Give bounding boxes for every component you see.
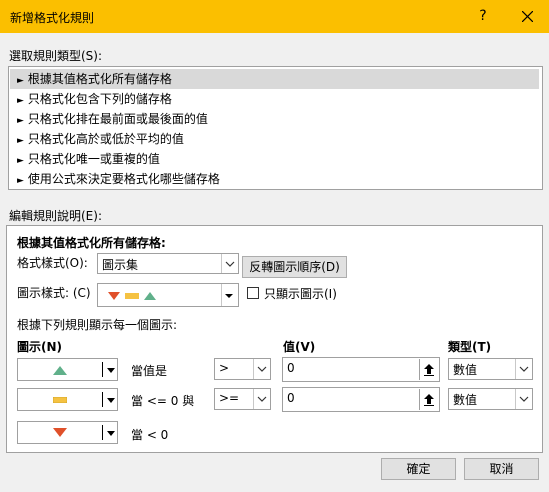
icon-select-row-2[interactable] [17, 388, 118, 411]
format-style-label: 格式樣式(O): [17, 256, 88, 270]
column-header-value: 值(V) [283, 340, 316, 354]
icon-rules-label: 根據下列規則顯示每一個圖示: [17, 318, 178, 332]
title-bar: 新增格式化規則 ? [0, 0, 549, 33]
icon-style-select[interactable] [97, 283, 239, 307]
chevron-down-icon [253, 389, 270, 409]
value-input-row-1[interactable]: 0 [282, 357, 440, 382]
chevron-down-icon [515, 359, 532, 379]
condition-label-row-3: 當 < 0 [131, 428, 169, 442]
rule-type-item[interactable]: ► 只格式化包含下列的儲存格 [10, 89, 539, 109]
green-triangle-up-icon [144, 292, 156, 300]
chevron-down-icon [107, 431, 115, 436]
column-header-icon: 圖示(N) [17, 340, 63, 354]
column-header-type: 類型(T) [448, 340, 492, 354]
operator-select-row-1[interactable]: > [214, 358, 271, 380]
yellow-dash-icon [125, 293, 139, 299]
arrow-up-icon [424, 394, 434, 406]
value-input-row-2[interactable]: 0 [282, 387, 440, 412]
operator-select-row-2[interactable]: >= [214, 388, 271, 410]
rule-type-item[interactable]: ► 使用公式來決定要格式化哪些儲存格 [10, 169, 539, 189]
triangle-right-icon: ► [17, 136, 24, 146]
chevron-down-icon [107, 398, 115, 403]
condition-label-row-2: 當 <= 0 與 [131, 394, 195, 408]
red-triangle-down-icon [108, 292, 120, 300]
triangle-right-icon: ► [17, 156, 24, 166]
cancel-button[interactable]: 取消 [464, 458, 539, 480]
chevron-down-icon [515, 389, 532, 409]
range-select-button[interactable] [419, 359, 438, 380]
triangle-right-icon: ► [17, 76, 24, 86]
range-select-button[interactable] [419, 389, 438, 410]
show-icon-only-label: 只顯示圖示(I) [264, 287, 337, 301]
rule-type-item[interactable]: ► 根據其值格式化所有儲存格 [10, 69, 539, 89]
close-icon [521, 10, 533, 23]
rule-type-item[interactable]: ► 只格式化排在最前面或最後面的值 [10, 109, 539, 129]
triangle-right-icon: ► [17, 116, 24, 126]
icon-select-row-1[interactable] [17, 358, 118, 381]
panel-heading: 根據其值格式化所有儲存格: [17, 236, 166, 250]
window-title: 新增格式化規則 [10, 11, 95, 25]
format-style-select[interactable]: 圖示集 [97, 253, 239, 274]
type-select-row-2[interactable]: 數值 [448, 388, 533, 410]
edit-description-label: 編輯規則說明(E): [9, 209, 102, 223]
chevron-down-icon [221, 254, 238, 273]
yellow-dash-icon [53, 397, 67, 403]
help-button[interactable]: ? [461, 0, 505, 33]
red-triangle-down-icon [53, 428, 67, 437]
reverse-icon-order-button[interactable]: 反轉圖示順序(D) [242, 256, 347, 278]
rule-type-item[interactable]: ► 只格式化唯一或重複的值 [10, 149, 539, 169]
arrow-up-icon [424, 364, 434, 376]
chevron-down-icon [107, 368, 115, 373]
icon-select-row-3[interactable] [17, 421, 118, 444]
triangle-right-icon: ► [17, 176, 24, 186]
rule-type-item[interactable]: ► 只格式化高於或低於平均的值 [10, 129, 539, 149]
chevron-down-icon [221, 284, 236, 306]
condition-label-row-1: 當值是 [131, 364, 168, 378]
icon-style-label: 圖示樣式: (C) [17, 286, 91, 300]
ok-button[interactable]: 確定 [381, 458, 456, 480]
icon-set-preview [108, 292, 156, 300]
close-button[interactable] [505, 0, 549, 33]
green-triangle-up-icon [53, 366, 67, 375]
chevron-down-icon [253, 359, 270, 379]
show-icon-only-checkbox[interactable] [247, 287, 259, 299]
type-select-row-1[interactable]: 數值 [448, 358, 533, 380]
edit-description-panel: 根據其值格式化所有儲存格: 格式樣式(O): 圖示集 反轉圖示順序(D) 圖示樣… [6, 225, 543, 453]
rule-type-list[interactable]: ► 根據其值格式化所有儲存格 ► 只格式化包含下列的儲存格 ► 只格式化排在最前面或最… [8, 66, 543, 190]
rule-type-label: 選取規則類型(S): [9, 49, 103, 63]
triangle-right-icon: ► [17, 96, 24, 106]
